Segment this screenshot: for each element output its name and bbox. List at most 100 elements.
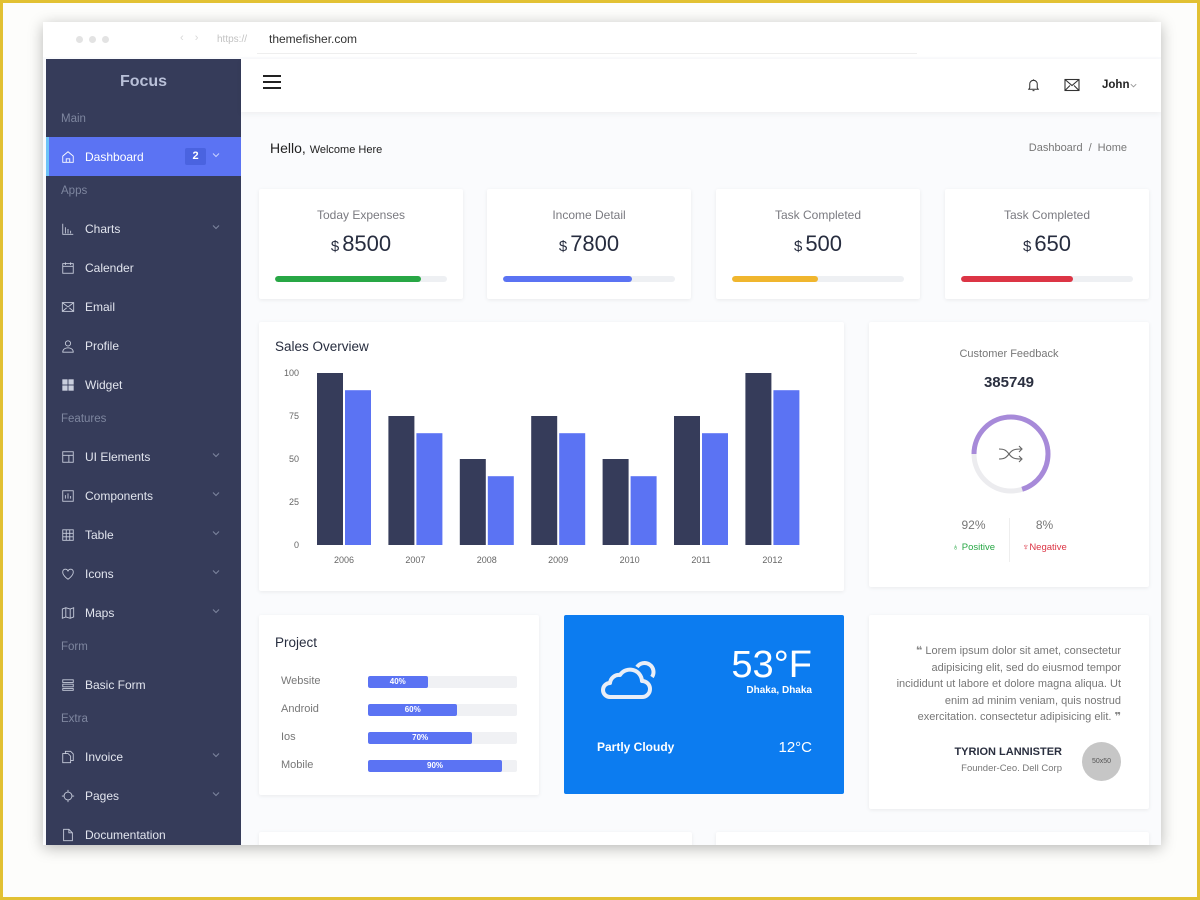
negative-label: ♆Negative [1010, 542, 1080, 553]
project-name: Ios [281, 731, 296, 743]
files-icon [61, 750, 75, 764]
stat-label: Income Detail [552, 208, 626, 222]
maximize-window-button[interactable] [102, 36, 109, 43]
bar-2012-a[interactable] [745, 373, 772, 545]
stat-amount: 500 [805, 231, 843, 256]
breadcrumb-home[interactable]: Home [1098, 142, 1127, 154]
sidebar-item-icons[interactable]: Icons [46, 554, 241, 593]
stat-value: $7800 [487, 231, 691, 257]
bar-2011-a[interactable] [674, 416, 700, 545]
components-icon [61, 489, 75, 503]
stat-card: Task Completed $500 [716, 189, 920, 299]
negative-percent: 8% [1035, 518, 1054, 532]
greeting-text: Hello, [270, 140, 306, 156]
x-tick-label: 2010 [620, 555, 640, 565]
project-progress-fill: 40% [368, 676, 428, 688]
chevron-down-icon[interactable] [211, 789, 221, 799]
bar-2006-b[interactable] [345, 390, 371, 545]
sales-overview-card: Sales Overview 0 25 50 75 100 2006 2007 2008 200… [259, 322, 844, 591]
brand-logo[interactable]: Focus [46, 59, 241, 104]
envelope-icon [61, 300, 75, 314]
sidebar-item-ui-elements[interactable]: UI Elements [46, 437, 241, 476]
bar-2010-b[interactable] [630, 476, 657, 545]
sidebar-item-components[interactable]: Components [46, 476, 241, 515]
x-tick-label: 2006 [334, 555, 354, 565]
sidebar-item-basic-form[interactable]: Basic Form [46, 665, 241, 704]
sidebar: Focus Main Dashboard 2 Apps Charts Calender Em… [46, 59, 241, 845]
bar-2009-a[interactable] [531, 416, 558, 545]
chevron-down-icon[interactable] [211, 606, 221, 616]
user-menu[interactable]: John [1102, 79, 1129, 91]
project-name: Android [281, 703, 319, 715]
sidebar-item-table[interactable]: Table [46, 515, 241, 554]
browser-toolbar: ‹ › https:// themefisher.com [43, 22, 1161, 57]
chevron-down-icon[interactable] [211, 450, 221, 460]
sidebar-item-email[interactable]: Email [46, 287, 241, 326]
weather-condition: Partly Cloudy [597, 740, 675, 754]
bar-2011-b[interactable] [702, 433, 728, 545]
bar-2009-b[interactable] [559, 433, 586, 545]
chevron-down-icon[interactable] [211, 489, 221, 499]
url-host[interactable]: themefisher.com [269, 32, 357, 46]
bar-2012-b[interactable] [773, 390, 800, 545]
sidebar-section-apps: Apps [61, 185, 88, 197]
url-protocol[interactable]: https:// [217, 34, 247, 45]
minimize-window-button[interactable] [89, 36, 96, 43]
x-tick-label: 2011 [691, 555, 710, 565]
sidebar-item-charts[interactable]: Charts [46, 209, 241, 248]
bell-icon[interactable] [1026, 77, 1041, 93]
project-name: Website [281, 675, 321, 687]
chevron-down-icon[interactable] [211, 750, 221, 760]
project-row: Mobile 90% [281, 759, 517, 772]
bar-2008-b[interactable] [487, 476, 514, 545]
bar-2010-a[interactable] [602, 459, 629, 545]
mail-icon[interactable] [1064, 78, 1080, 92]
project-card: Project Website 40% Android 60% Ios 70% Mob… [259, 615, 539, 795]
feedback-title: Customer Feedback [959, 348, 1059, 360]
temperature-celsius: 12°C [778, 739, 812, 756]
currency-symbol: $ [1022, 238, 1032, 255]
sidebar-item-profile[interactable]: Profile [46, 326, 241, 365]
x-tick-label: 2012 [762, 555, 782, 565]
sidebar-item-documentation[interactable]: Documentation [46, 815, 241, 845]
menu-toggle-icon[interactable] [263, 75, 281, 91]
sidebar-item-dashboard[interactable]: Dashboard 2 [46, 137, 241, 176]
chevron-down-icon[interactable] [211, 150, 221, 160]
sidebar-item-widget[interactable]: Widget [46, 365, 241, 404]
testimonial-role: Founder-Ceo. Dell Corp [961, 763, 1062, 774]
chevron-down-icon[interactable] [211, 567, 221, 577]
home-icon [61, 150, 75, 164]
sidebar-item-calender[interactable]: Calender [46, 248, 241, 287]
stat-progress-fill [275, 276, 422, 282]
bar-2007-b[interactable] [416, 433, 443, 545]
sidebar-item-pages[interactable]: Pages [46, 776, 241, 815]
sidebar-item-label: Pages [85, 788, 120, 803]
chevron-down-icon[interactable] [211, 528, 221, 538]
browser-nav-arrows[interactable]: ‹ › [180, 32, 202, 44]
sidebar-item-invoice[interactable]: Invoice [46, 737, 241, 776]
bar-2007-a[interactable] [388, 416, 415, 545]
testimonial-quote: ❝ Lorem ipsum dolor sit amet, consectetu… [889, 643, 1121, 726]
breadcrumb-dashboard[interactable]: Dashboard [1029, 142, 1083, 154]
sidebar-nav: Main Dashboard 2 Apps Charts Calender Email Pro… [46, 104, 241, 845]
bar-2008-a[interactable] [459, 459, 486, 545]
topbar: John [241, 59, 1161, 112]
breadcrumb: Dashboard / Home [1029, 142, 1127, 154]
chevron-down-icon[interactable] [211, 222, 221, 232]
project-progress-track: 70% [368, 732, 517, 744]
stat-value: $650 [945, 231, 1149, 257]
sidebar-item-label: Icons [85, 566, 114, 581]
project-progress-track: 40% [368, 676, 517, 688]
grid-icon [61, 378, 75, 392]
close-window-button[interactable] [76, 36, 83, 43]
bar-2006-a[interactable] [317, 373, 343, 545]
sidebar-item-label: UI Elements [85, 449, 151, 464]
sidebar-item-maps[interactable]: Maps [46, 593, 241, 632]
window-controls [76, 36, 109, 43]
stat-progress-track [275, 276, 447, 282]
table-icon [61, 528, 75, 542]
page-greeting: Hello, Welcome Here [270, 140, 382, 156]
currency-symbol: $ [330, 238, 340, 255]
sidebar-item-label: Documentation [85, 827, 166, 842]
chevron-down-icon[interactable] [1129, 81, 1138, 90]
